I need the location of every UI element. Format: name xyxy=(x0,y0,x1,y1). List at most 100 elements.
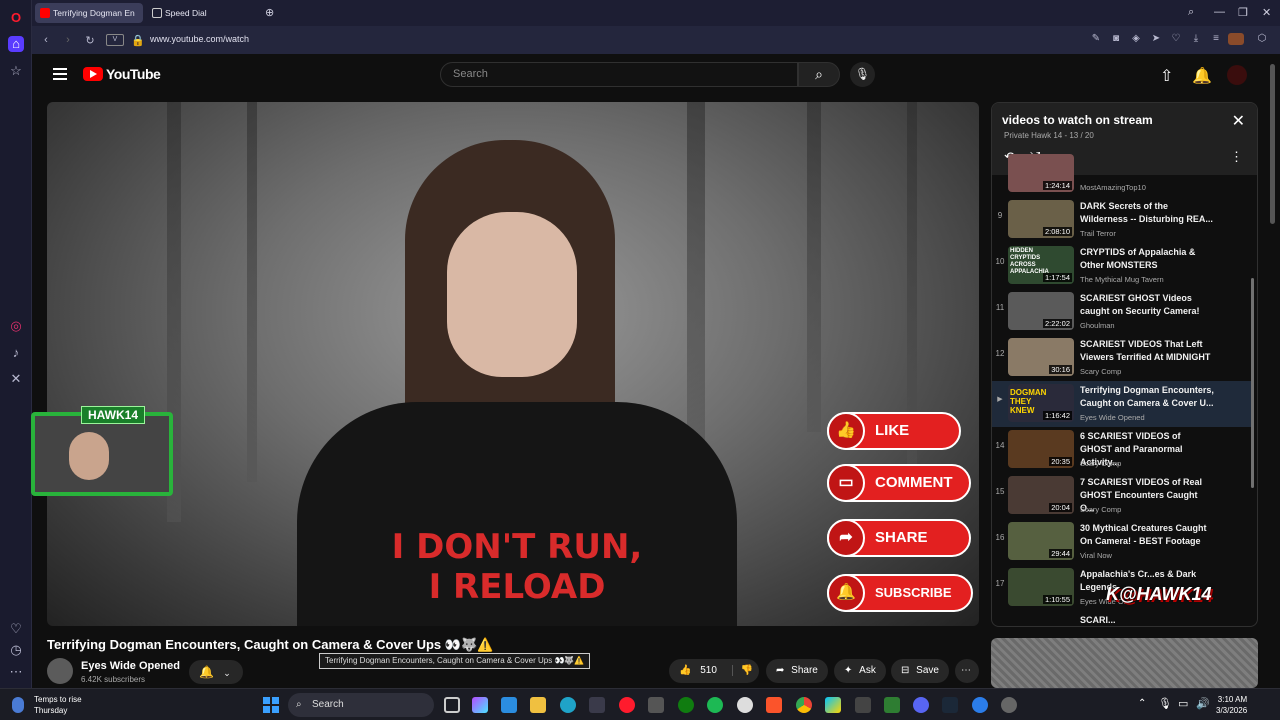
like-button[interactable]: 👍 510 👎 xyxy=(669,659,759,683)
search-input[interactable]: Search xyxy=(440,62,798,87)
weather-widget[interactable]: Temps to rise Thursday xyxy=(34,694,82,716)
star-icon[interactable]: ☆ xyxy=(8,63,24,79)
tab-youtube[interactable]: Terrifying Dogman En xyxy=(35,3,143,23)
mic-tray-icon[interactable]: 🎙 xyxy=(1158,697,1172,710)
clock[interactable]: 3:10 AM 3/3/2026 xyxy=(1216,694,1247,716)
save-button[interactable]: ⊟ Save xyxy=(891,659,949,683)
weather-icon[interactable] xyxy=(12,697,24,713)
account-avatar[interactable] xyxy=(1227,65,1247,85)
camera-icon[interactable]: ◙ xyxy=(1110,33,1122,45)
instagram-icon[interactable]: ◎ xyxy=(8,318,24,334)
playlist-item[interactable]: 10 HIDDEN CRYPTIDS ACROSS APPALACHIA 1:1… xyxy=(992,243,1254,289)
playlist-item[interactable]: 15 20:04 7 SCARIEST VIDEOS of Real GHOST… xyxy=(992,473,1254,519)
tab-bar: Terrifying Dogman En Speed Dial ⊕ ⌕ — ❐ … xyxy=(32,0,1280,26)
obs-icon[interactable] xyxy=(737,697,753,713)
weather-line: Temps to rise xyxy=(34,695,82,704)
channel-name[interactable]: Eyes Wide Opened xyxy=(81,660,180,672)
tray-chevron-icon[interactable]: ⌃ xyxy=(1138,698,1146,709)
playlist-scrollbar[interactable] xyxy=(1251,278,1254,488)
more-actions-button[interactable]: ⋯ xyxy=(955,659,979,683)
extensions-icon[interactable]: ⬡ xyxy=(1256,33,1268,45)
app-icon[interactable] xyxy=(855,697,871,713)
settings-icon[interactable] xyxy=(1001,697,1017,713)
close-playlist-icon[interactable]: ✕ xyxy=(1232,111,1245,131)
shield-icon[interactable]: ◈ xyxy=(1130,33,1142,45)
edge-icon[interactable] xyxy=(560,697,576,713)
play-store-icon[interactable] xyxy=(825,697,841,713)
search-tabs-icon[interactable]: ⌕ xyxy=(1188,6,1194,19)
history-icon[interactable]: ◷ xyxy=(8,642,24,658)
minimize-icon[interactable]: — xyxy=(1214,6,1225,18)
spotify-icon[interactable] xyxy=(707,697,723,713)
copilot-icon[interactable] xyxy=(472,697,488,713)
chrome-icon[interactable] xyxy=(796,697,812,713)
edit-icon[interactable]: ✎ xyxy=(1090,33,1102,45)
share-button[interactable]: ➦ Share xyxy=(766,659,828,683)
send-icon[interactable]: ➤ xyxy=(1150,33,1162,45)
item-title: SCARIEST VIDEOS That Left Viewers Terrif… xyxy=(1080,339,1211,362)
youtube-logo[interactable]: YouTube xyxy=(83,66,161,82)
back-icon[interactable]: ‹ xyxy=(40,34,52,46)
excel-icon[interactable] xyxy=(884,697,900,713)
maximize-icon[interactable]: ❐ xyxy=(1238,6,1248,19)
view-badge[interactable]: V xyxy=(106,34,124,46)
x-icon[interactable]: ✕ xyxy=(8,371,24,387)
home-icon[interactable]: ⌂ xyxy=(8,36,24,52)
photos-icon[interactable] xyxy=(501,697,517,713)
profile-icon[interactable] xyxy=(1228,33,1244,45)
app-icon[interactable] xyxy=(648,697,664,713)
taskbar-search[interactable]: ⌕ Search xyxy=(288,693,434,717)
chevron-down-icon: ⌄ xyxy=(223,668,231,678)
heart-icon[interactable]: ♡ xyxy=(8,621,24,637)
steam-icon[interactable] xyxy=(942,697,958,713)
playlist-title[interactable]: videos to watch on stream xyxy=(1002,113,1153,127)
webcam-overlay xyxy=(31,412,173,496)
playlist-item-current[interactable]: ▶ DOGMAN THEY KNEW 1:16:42 Terrifying Do… xyxy=(992,381,1254,427)
tiktok-icon[interactable]: ♪ xyxy=(8,345,24,361)
playlist-item[interactable]: 11 2:22:02 SCARIEST GHOST Videos caught … xyxy=(992,289,1254,335)
voice-search-button[interactable]: 🎙 xyxy=(850,62,875,87)
volume-icon[interactable]: 🔊 xyxy=(1196,697,1210,710)
share-icon: ➦ xyxy=(776,665,785,676)
heart-ext-icon[interactable]: ♡ xyxy=(1170,33,1182,45)
brave-icon[interactable] xyxy=(766,697,782,713)
thumbs-down-icon[interactable]: 👎 xyxy=(731,665,754,676)
download-icon[interactable]: ⤓ xyxy=(1190,33,1202,45)
video-player[interactable]: I DON'T RUN, I RELOAD 👍 LIKE ▭ COMMENT ➦… xyxy=(47,102,979,626)
duration: 1:10:55 xyxy=(1042,595,1072,604)
playlist-item[interactable]: 12 30:16 SCARIEST VIDEOS That Left Viewe… xyxy=(992,335,1254,381)
new-tab-icon[interactable]: ⊕ xyxy=(265,6,274,19)
xbox-icon[interactable] xyxy=(678,697,694,713)
more-icon[interactable]: ⋯ xyxy=(8,664,24,680)
search-button[interactable]: ⌕ xyxy=(798,62,840,87)
opera-icon[interactable] xyxy=(619,697,635,713)
close-window-icon[interactable]: ✕ xyxy=(1262,6,1271,19)
playlist-item[interactable]: 14 20:35 6 SCARIEST VIDEOS of GHOST and … xyxy=(992,427,1254,473)
network-icon[interactable]: ▭ xyxy=(1178,697,1188,710)
url-field[interactable]: www.youtube.com/watch xyxy=(150,34,249,44)
tab-speed-dial[interactable]: Speed Dial xyxy=(147,3,247,23)
task-view-icon[interactable] xyxy=(444,697,460,713)
menu-icon[interactable]: ≡ xyxy=(1210,33,1222,45)
browser-icon[interactable] xyxy=(972,697,988,713)
discord-icon[interactable] xyxy=(913,697,929,713)
like-count: 510 xyxy=(700,665,717,676)
ask-button[interactable]: ✦ Ask xyxy=(834,659,886,683)
playlist-item[interactable]: 9 2:08:10 DARK Secrets of the Wilderness… xyxy=(992,197,1254,243)
forward-icon[interactable]: › xyxy=(62,34,74,46)
reload-icon[interactable]: ↻ xyxy=(84,34,96,47)
notifications-icon[interactable]: 🔔 xyxy=(1192,66,1212,86)
menu-icon[interactable] xyxy=(53,68,67,80)
file-explorer-icon[interactable] xyxy=(530,697,546,713)
upload-icon[interactable]: ⇧ xyxy=(1160,66,1173,86)
page-scrollbar[interactable] xyxy=(1270,64,1275,224)
playlist-item[interactable]: 1:24:14 MostAmazingTop10 xyxy=(992,151,1254,197)
channel-avatar[interactable] xyxy=(47,658,73,684)
opera-logo-icon[interactable]: O xyxy=(8,10,24,26)
store-icon[interactable] xyxy=(589,697,605,713)
playlist-item[interactable]: 16 29:44 30 Mythical Creatures Caught On… xyxy=(992,519,1254,565)
windows-start-icon[interactable] xyxy=(263,697,279,713)
subscription-bell-button[interactable]: 🔔 ⌄ xyxy=(189,660,243,684)
address-bar: ‹ › ↻ V 🔒 www.youtube.com/watch ✎ ◙ ◈ ➤ … xyxy=(32,26,1280,54)
playlist-item[interactable]: SCARI... xyxy=(992,611,1254,626)
